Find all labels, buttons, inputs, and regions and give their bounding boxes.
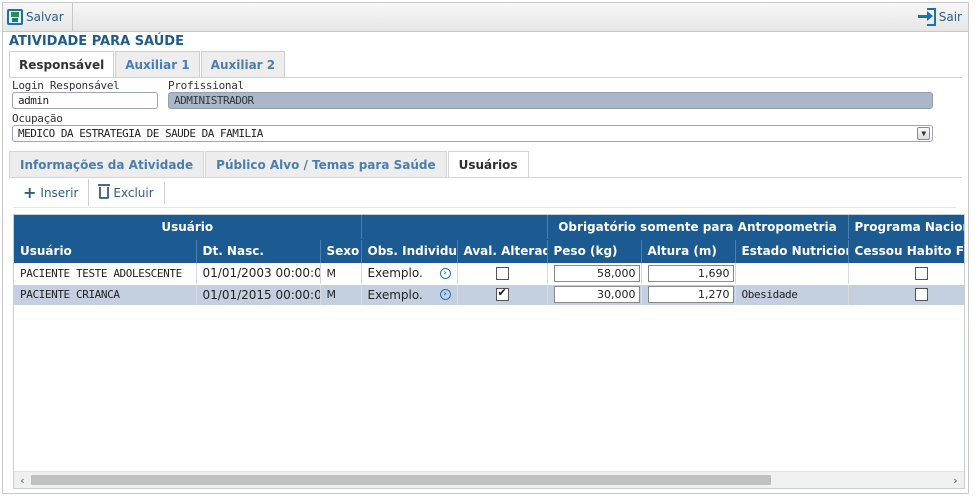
cell-cessou bbox=[848, 263, 964, 285]
cell-estado: Obesidade bbox=[735, 284, 849, 306]
plus-icon: + bbox=[23, 182, 37, 202]
ocupacao-select[interactable]: MEDICO DA ESTRATEGIA DE SAUDE DA FAMILIA… bbox=[12, 125, 933, 142]
profissional-label: Profissional bbox=[168, 79, 244, 92]
column-header-row: Usuário Dt. Nasc. Sexo Obs. Individual A… bbox=[14, 239, 964, 263]
col-header-usuario[interactable]: Usuário bbox=[14, 239, 197, 263]
altura-input[interactable]: 1,690 bbox=[647, 264, 734, 282]
group-header-antropometria: Obrigatório somente para Antropometria bbox=[547, 215, 849, 240]
cell-usuario: PACIENTE CRIANCA bbox=[14, 284, 197, 306]
table-row[interactable]: PACIENTE TESTE ADOLESCENTE 01/01/2003 00… bbox=[14, 263, 964, 285]
save-icon bbox=[7, 9, 23, 25]
save-label: Salvar bbox=[26, 10, 64, 24]
cessou-checkbox[interactable] bbox=[914, 288, 928, 302]
col-header-peso[interactable]: Peso (kg) bbox=[547, 239, 642, 263]
trash-icon bbox=[98, 183, 111, 199]
insert-button[interactable]: + Inserir bbox=[13, 179, 88, 206]
exit-button[interactable]: Sair bbox=[917, 3, 962, 31]
users-table: Usuário Obrigatório somente para Antropo… bbox=[14, 215, 964, 306]
delete-button[interactable]: Excluir bbox=[88, 179, 163, 206]
cell-usuario: PACIENTE TESTE ADOLESCENTE bbox=[14, 263, 197, 285]
cell-estado bbox=[735, 263, 849, 285]
cell-peso: 58,000 bbox=[547, 263, 642, 285]
col-header-obs[interactable]: Obs. Individual bbox=[361, 239, 458, 263]
cell-obs: Exemplo. › bbox=[361, 263, 458, 285]
scroll-right-icon[interactable]: › bbox=[947, 472, 964, 488]
group-header-row: Usuário Obrigatório somente para Antropo… bbox=[14, 215, 964, 240]
horizontal-scrollbar[interactable]: ‹ › bbox=[14, 471, 964, 488]
aval-checkbox[interactable] bbox=[495, 286, 509, 302]
scroll-thumb[interactable] bbox=[31, 475, 771, 485]
arrow-circle-icon[interactable]: › bbox=[439, 267, 451, 279]
obs-text: Exemplo. bbox=[367, 287, 423, 302]
tab-auxiliar-1[interactable]: Auxiliar 1 bbox=[115, 51, 200, 77]
tab-usuarios[interactable]: Usuários bbox=[447, 151, 529, 177]
arrow-circle-icon[interactable]: › bbox=[439, 289, 451, 300]
grid-actions: + Inserir Excluir bbox=[13, 179, 165, 206]
login-field[interactable]: admin bbox=[12, 92, 158, 109]
altura-input[interactable]: 1,270 bbox=[647, 286, 734, 303]
profissional-field: ADMINISTRADOR bbox=[168, 92, 933, 109]
col-header-altura[interactable]: Altura (m) bbox=[641, 239, 736, 263]
ocupacao-label: Ocupação bbox=[12, 112, 63, 125]
cell-altura: 1,690 bbox=[641, 263, 736, 285]
exit-icon bbox=[917, 8, 936, 26]
cell-altura: 1,270 bbox=[641, 284, 736, 306]
group-header-empty bbox=[361, 215, 548, 240]
cell-dt-nasc: 01/01/2003 00:00:00 bbox=[196, 263, 321, 285]
table-row[interactable]: PACIENTE CRIANCA 01/01/2015 00:00:00 M E… bbox=[14, 284, 964, 306]
delete-label: Excluir bbox=[113, 185, 154, 200]
cell-sexo: M bbox=[320, 284, 362, 306]
tab-responsavel[interactable]: Responsável bbox=[9, 51, 115, 78]
col-header-sexo[interactable]: Sexo bbox=[320, 239, 362, 263]
detail-tabs: Informações da Atividade Público Alvo / … bbox=[9, 151, 530, 177]
actions-divider bbox=[163, 181, 165, 204]
cell-cessou bbox=[848, 284, 964, 306]
toolbar: Salvar Sair bbox=[3, 3, 968, 32]
cell-obs: Exemplo. › bbox=[361, 284, 458, 306]
users-grid: Usuário Obrigatório somente para Antropo… bbox=[13, 214, 965, 489]
chevron-down-icon[interactable]: ▼ bbox=[917, 127, 930, 140]
actions-underline bbox=[13, 207, 956, 208]
insert-label: Inserir bbox=[40, 185, 79, 200]
main-window: Salvar Sair ATIVIDADE PARA SAÚDE Respons… bbox=[2, 2, 969, 494]
col-header-estado[interactable]: Estado Nutricional bbox=[735, 239, 849, 263]
col-header-cessou[interactable]: Cessou Habito Fumar bbox=[848, 239, 964, 263]
login-label: Login Responsável bbox=[12, 79, 120, 92]
cell-sexo: M bbox=[320, 263, 362, 285]
cell-aval bbox=[457, 263, 548, 285]
obs-text: Exemplo. bbox=[367, 266, 423, 281]
tabs-divider bbox=[9, 77, 962, 78]
cell-dt-nasc: 01/01/2015 00:00:00 bbox=[196, 284, 321, 306]
scroll-left-icon[interactable]: ‹ bbox=[14, 472, 31, 488]
col-header-dt-nasc[interactable]: Dt. Nasc. bbox=[196, 239, 321, 263]
cessou-checkbox[interactable] bbox=[914, 267, 928, 280]
tab-publico-alvo[interactable]: Público Alvo / Temas para Saúde bbox=[205, 151, 447, 177]
col-header-aval[interactable]: Aval. Alterada bbox=[457, 239, 548, 263]
peso-input[interactable]: 58,000 bbox=[553, 264, 640, 282]
ocupacao-value: MEDICO DA ESTRATEGIA DE SAUDE DA FAMILIA bbox=[18, 127, 263, 140]
save-button[interactable]: Salvar bbox=[7, 3, 73, 31]
tab-informacoes-atividade[interactable]: Informações da Atividade bbox=[9, 151, 205, 177]
tab-auxiliar-2[interactable]: Auxiliar 2 bbox=[200, 51, 286, 77]
peso-input[interactable]: 30,000 bbox=[553, 286, 640, 303]
page-title: ATIVIDADE PARA SAÚDE bbox=[9, 34, 184, 49]
detail-tabs-divider bbox=[9, 177, 962, 178]
group-header-usuario: Usuário bbox=[14, 215, 362, 240]
exit-label: Sair bbox=[938, 10, 962, 24]
group-header-programa: Programa Nacional bbox=[848, 215, 964, 240]
cell-peso: 30,000 bbox=[547, 284, 642, 306]
team-tabs: Responsável Auxiliar 1 Auxiliar 2 bbox=[9, 51, 286, 78]
aval-checkbox[interactable] bbox=[495, 267, 509, 280]
cell-aval bbox=[457, 284, 548, 306]
